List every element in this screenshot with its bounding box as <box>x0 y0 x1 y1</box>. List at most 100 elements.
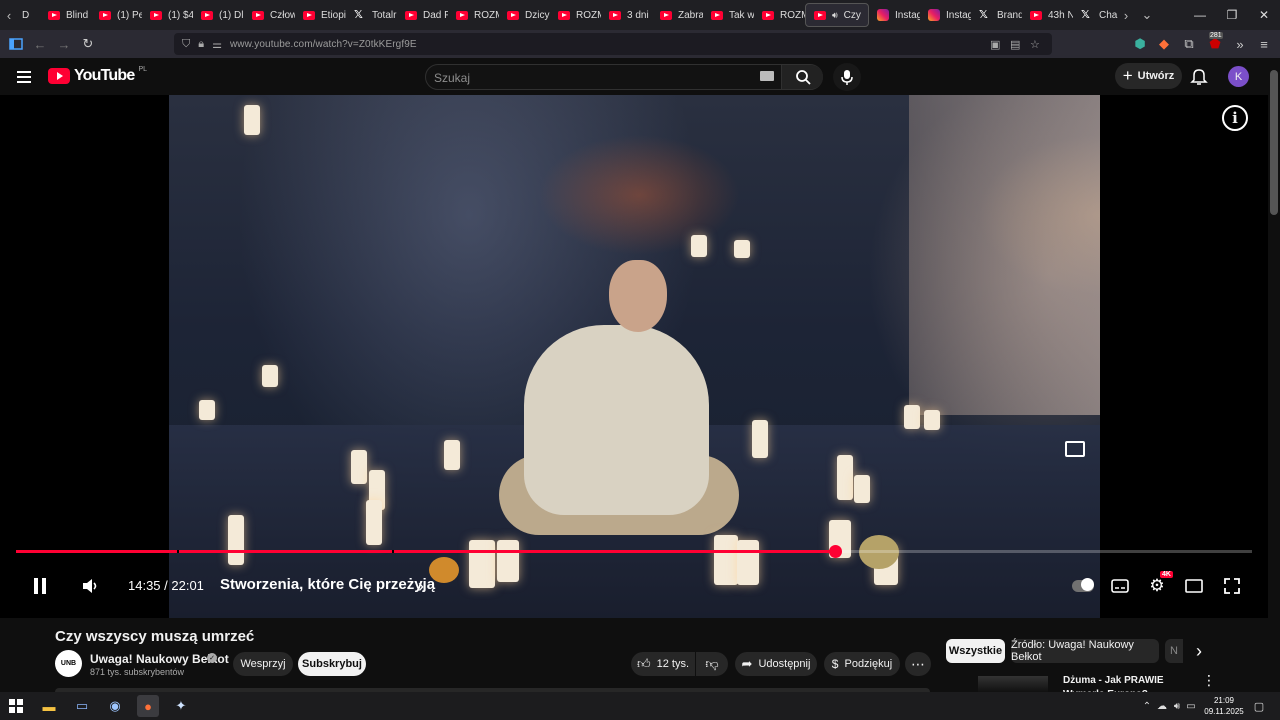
video-player[interactable]: i <box>0 95 1280 618</box>
tab-scroll-left-icon[interactable]: ‹ <box>0 0 18 30</box>
monitor-app-icon[interactable]: ▭ <box>71 695 93 717</box>
voice-search-button[interactable] <box>833 63 861 91</box>
account-avatar[interactable]: K <box>1228 66 1249 87</box>
browser-tab[interactable]: ROZM <box>550 0 601 30</box>
browser-tab-active[interactable]: 🔊︎Czy✕ <box>805 3 869 27</box>
tab-list-dropdown-icon[interactable]: ⌄ <box>1138 0 1156 30</box>
browser-tab[interactable]: Blind <box>40 0 91 30</box>
back-icon[interactable]: ← <box>28 32 52 56</box>
restore-icon[interactable]: ❐ <box>1216 8 1248 22</box>
ublock-icon[interactable]: ⬟ 281 <box>1203 32 1227 56</box>
theater-mode-icon[interactable] <box>1184 576 1204 596</box>
volume-button[interactable] <box>79 574 103 598</box>
pause-button[interactable] <box>28 574 52 598</box>
chips-next-chevron-icon[interactable]: › <box>1188 640 1210 662</box>
browser-tab[interactable]: (1) $4 <box>142 0 193 30</box>
more-actions-button[interactable]: ⋯ <box>905 652 931 676</box>
dislike-button[interactable]: 👎︎ <box>696 652 728 676</box>
menu-hamburger-icon[interactable]: ≡ <box>1252 32 1276 56</box>
youtube-favicon-icon <box>303 10 315 20</box>
browser-tab[interactable]: ROZM <box>448 0 499 30</box>
browser-tab[interactable]: 43h N <box>1022 0 1073 30</box>
chip-partial[interactable]: N <box>1165 639 1183 663</box>
browser-tab[interactable]: Instag <box>869 0 920 30</box>
browser-tab[interactable]: 3 dni <box>601 0 652 30</box>
address-bar[interactable]: ⛉ 🔒︎ ⚌ www.youtube.com/watch?v=Z0tkKErgf… <box>174 33 1052 55</box>
browser-tab[interactable]: Tak w <box>703 0 754 30</box>
extensions-puzzle-icon[interactable]: ⧉ <box>1177 32 1201 56</box>
browser-tab[interactable]: (1) Pe <box>91 0 142 30</box>
notification-center-icon[interactable]: ▢ <box>1248 695 1270 717</box>
share-button[interactable]: ➦ Udostępnij <box>735 652 817 676</box>
guide-menu-icon[interactable] <box>14 67 34 87</box>
tab-label: Tak w <box>729 9 754 21</box>
lock-icon[interactable]: 🔒︎ <box>198 38 204 51</box>
chapter-marker <box>177 550 179 553</box>
subscribe-button[interactable]: Subskrybuj <box>298 652 366 676</box>
tab-label: Dad P <box>423 9 448 21</box>
chapter-chevron-icon[interactable]: › <box>413 576 429 596</box>
search-box <box>425 64 823 90</box>
extension-fox-icon[interactable]: ◆ <box>1152 32 1176 56</box>
system-clock[interactable]: 21:09 09.11.2025 <box>1200 695 1248 717</box>
speaker-icon[interactable]: 🔊︎ <box>1166 695 1188 717</box>
steam-icon[interactable]: ◉ <box>104 695 126 717</box>
search-button[interactable] <box>781 65 823 89</box>
progress-scrubber[interactable] <box>828 545 842 558</box>
page-scrollbar-thumb[interactable] <box>1270 70 1278 215</box>
recommendation-more-icon[interactable]: ⋮ <box>1202 672 1216 689</box>
picture-in-picture-icon[interactable]: ▣ <box>990 38 1000 51</box>
settings-gear-icon[interactable]: ⚙ <box>1147 576 1167 596</box>
browser-tab[interactable]: 𝕏 Brand <box>971 0 1022 30</box>
fullscreen-icon[interactable] <box>1222 576 1242 596</box>
chip-source[interactable]: Źródło: Uwaga! Naukowy Bełkot <box>1011 639 1159 663</box>
tab-scroll-right-icon[interactable]: › <box>1117 0 1135 30</box>
video-scene-candle <box>244 105 260 135</box>
tracking-shield-icon[interactable]: ⛉ <box>182 38 190 51</box>
forward-icon[interactable]: → <box>52 32 76 56</box>
reader-view-icon[interactable]: ▤ <box>1010 38 1020 51</box>
thanks-button[interactable]: $ Podziękuj <box>824 652 900 676</box>
info-icon[interactable]: i <box>1222 105 1248 131</box>
recommendation-thumbnail[interactable] <box>978 676 1048 692</box>
tab-audio-icon[interactable]: 🔊︎ <box>832 10 838 21</box>
browser-tab[interactable]: 𝕏 Totalr <box>346 0 397 30</box>
extension-shield-icon[interactable]: ⬢ <box>1128 32 1152 56</box>
like-button[interactable]: 👍︎ 12 tys. <box>631 652 695 676</box>
firefox-icon[interactable]: ● <box>137 695 159 717</box>
channel-avatar[interactable]: UNB <box>55 650 82 677</box>
file-explorer-icon[interactable]: ▬ <box>38 695 60 717</box>
url-text[interactable]: www.youtube.com/watch?v=Z0tkKErgf9E <box>230 39 417 50</box>
windows-start-icon[interactable] <box>5 695 27 717</box>
permissions-icon[interactable]: ⚌ <box>212 38 222 51</box>
browser-tab[interactable]: Człow <box>244 0 295 30</box>
close-window-icon[interactable]: ✕ <box>1248 8 1280 22</box>
region-code: PL <box>138 65 148 73</box>
video-frame[interactable] <box>169 95 1100 618</box>
bookmark-star-icon[interactable]: ☆ <box>1030 38 1040 51</box>
browser-tab[interactable]: Instag <box>920 0 971 30</box>
search-input[interactable] <box>434 69 754 87</box>
browser-tab[interactable]: ROZM <box>754 0 805 30</box>
browser-tab[interactable]: Dzicy <box>499 0 550 30</box>
chip-all[interactable]: Wszystkie <box>946 639 1005 663</box>
browser-tab[interactable]: D <box>18 0 40 30</box>
overflow-chevron-icon[interactable]: » <box>1228 32 1252 56</box>
notifications-bell-icon[interactable] <box>1190 67 1210 87</box>
youtube-logo[interactable]: YouTube PL <box>48 65 148 85</box>
youtube-favicon-icon <box>609 10 621 20</box>
minimize-icon[interactable]: — <box>1184 8 1216 22</box>
miniplayer-icon[interactable] <box>1065 441 1085 457</box>
create-button[interactable]: + Utwórz <box>1115 63 1182 89</box>
keyboard-icon[interactable] <box>760 71 774 81</box>
browser-tab[interactable]: Etiopi <box>295 0 346 30</box>
sidebar-toggle-icon[interactable] <box>4 32 28 56</box>
chapter-title[interactable]: Stworzenia, które Cię przeżyją <box>220 576 435 593</box>
reload-icon[interactable]: ↻ <box>76 32 100 56</box>
browser-tab[interactable]: Zabra <box>652 0 703 30</box>
join-button[interactable]: Wesprzyj <box>233 652 293 676</box>
app-icon[interactable]: ✦ <box>170 695 192 717</box>
browser-tab[interactable]: (1) Dl <box>193 0 244 30</box>
subtitles-icon[interactable] <box>1110 576 1130 596</box>
browser-tab[interactable]: Dad P <box>397 0 448 30</box>
